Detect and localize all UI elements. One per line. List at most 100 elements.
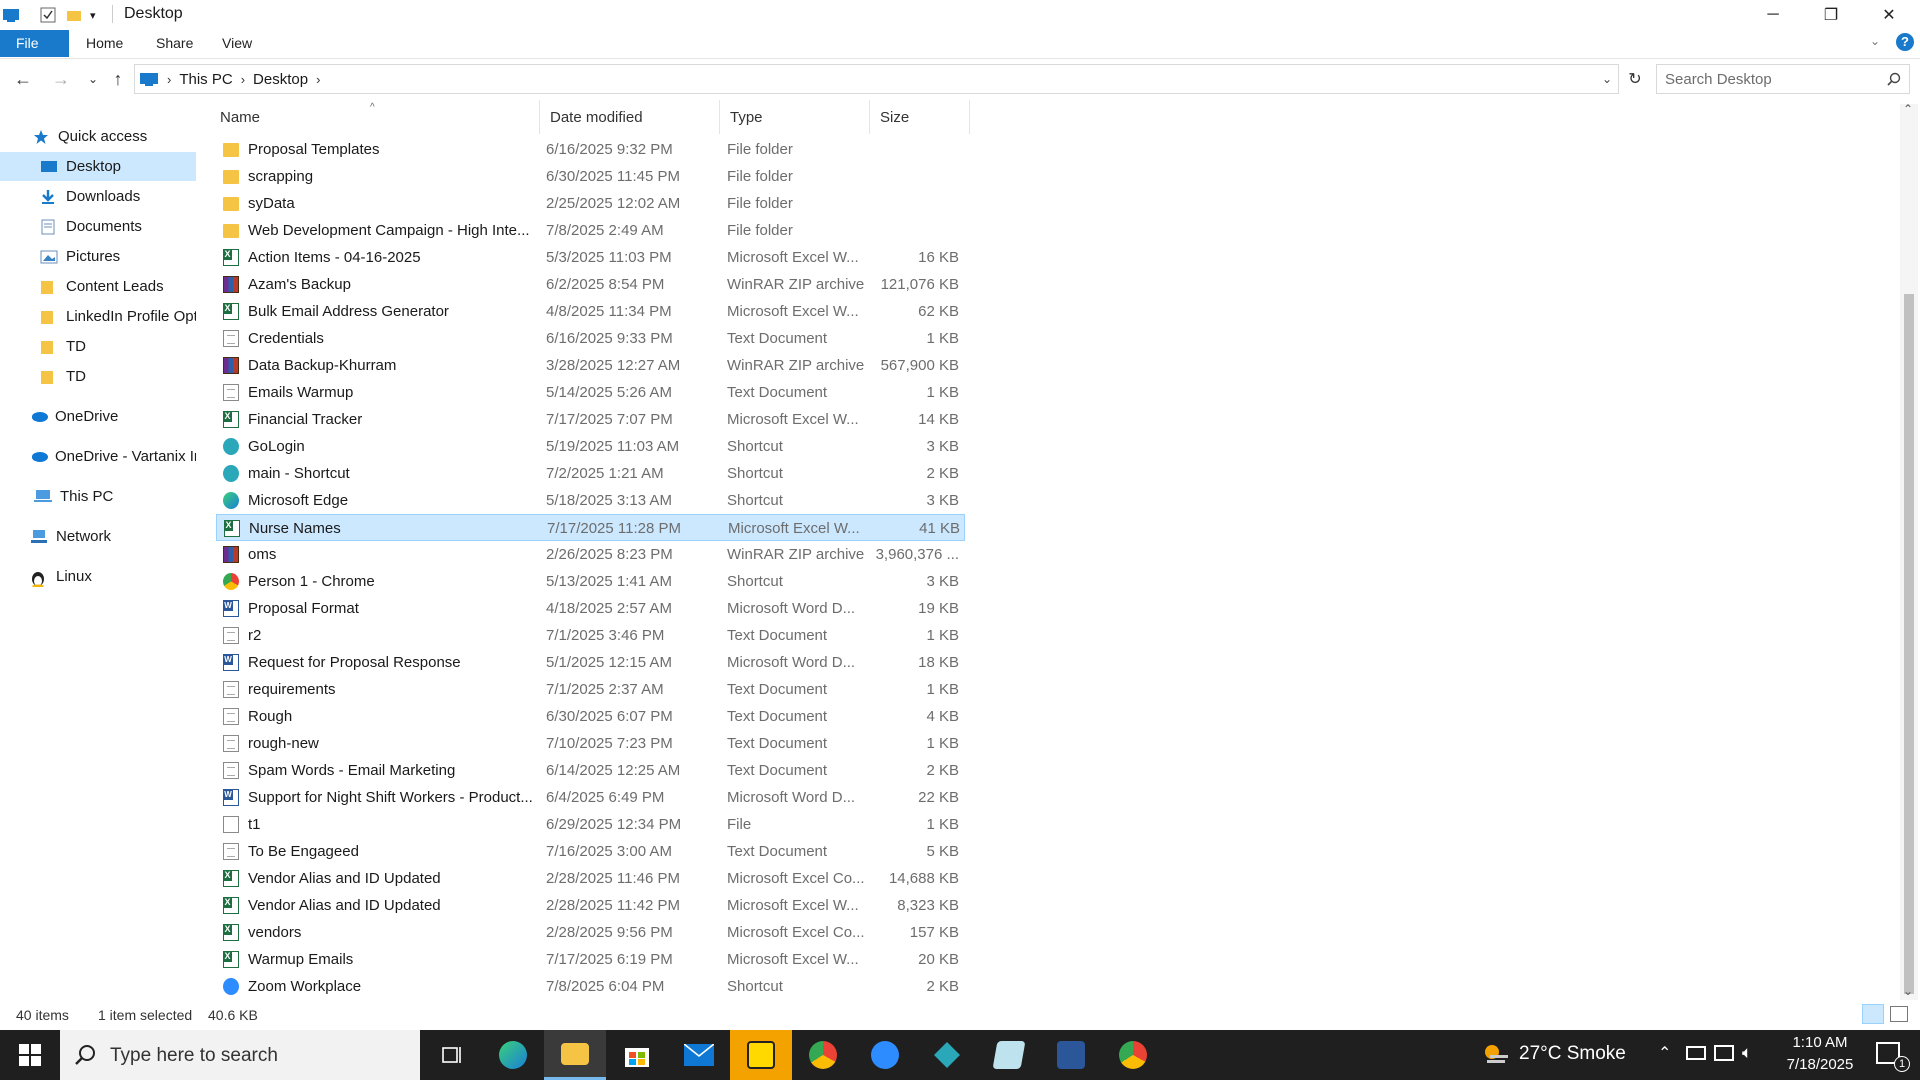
column-header-date[interactable]: Date modified: [540, 100, 720, 134]
table-row[interactable]: Nurse Names 7/17/2025 11:28 PM Microsoft E…: [216, 514, 965, 541]
sidebar-item-td[interactable]: TD: [0, 332, 196, 361]
table-row[interactable]: Bulk Email Address Generator 4/8/2025 11:…: [216, 298, 965, 325]
table-row[interactable]: GoLogin 5/19/2025 11:03 AM Shortcut 3 KB: [216, 433, 965, 460]
nav-linux[interactable]: Linux: [0, 562, 196, 591]
microsoft-store-taskbar-icon[interactable]: [606, 1030, 668, 1080]
refresh-icon[interactable]: ↻: [1620, 62, 1650, 96]
nav-network[interactable]: Network: [0, 522, 196, 551]
taskbar-search[interactable]: [60, 1030, 420, 1080]
nav-onedrive-business[interactable]: OneDrive - Vartanix In: [0, 442, 196, 471]
breadcrumb-this-pc[interactable]: This PC: [179, 71, 232, 88]
table-row[interactable]: Microsoft Edge 5/18/2025 3:13 AM Shortcut 3…: [216, 487, 965, 514]
column-header-type[interactable]: Type: [720, 100, 870, 134]
table-row[interactable]: main - Shortcut 7/2/2025 1:21 AM Shortcut 2…: [216, 460, 965, 487]
clock-date[interactable]: 7/18/2025: [1770, 1056, 1870, 1073]
volume-muted-icon[interactable]: 🔈︎: [1742, 1043, 1752, 1063]
tab-view[interactable]: View: [206, 30, 268, 57]
back-arrow-icon[interactable]: ←: [8, 62, 38, 96]
explorer-app-icon[interactable]: [2, 5, 20, 25]
column-header-size[interactable]: Size: [870, 100, 970, 134]
table-row[interactable]: Zoom Workplace 7/8/2025 6:04 PM Shortcut 2 …: [216, 973, 965, 1000]
scroll-up-arrow-icon[interactable]: ⌃: [1903, 102, 1913, 116]
show-hidden-icons-icon[interactable]: ⌃: [1658, 1043, 1671, 1063]
table-row[interactable]: scrapping 6/30/2025 11:45 PM File folder: [216, 163, 965, 190]
sidebar-item-downloads[interactable]: Downloads📌︎: [0, 182, 196, 211]
clock-time[interactable]: 1:10 AM: [1770, 1034, 1870, 1051]
address-bar[interactable]: › This PC › Desktop › ⌄: [134, 64, 1619, 94]
search-input[interactable]: [1663, 65, 1877, 93]
sidebar-item-td[interactable]: TD: [0, 362, 196, 391]
large-icons-view-icon[interactable]: [1890, 1006, 1908, 1022]
table-row[interactable]: Person 1 - Chrome 5/13/2025 1:41 AM Shortc…: [216, 568, 965, 595]
table-row[interactable]: Proposal Format 4/18/2025 2:57 AM Microsof…: [216, 595, 965, 622]
table-row[interactable]: Vendor Alias and ID Updated 2/28/2025 11:…: [216, 865, 965, 892]
table-row[interactable]: Request for Proposal Response 5/1/2025 12…: [216, 649, 965, 676]
minimize-button[interactable]: ─: [1744, 0, 1802, 30]
word-taskbar-icon[interactable]: [1040, 1030, 1102, 1080]
zoom-taskbar-icon[interactable]: [854, 1030, 916, 1080]
table-row[interactable]: Rough 6/30/2025 6:07 PM Text Document 4 KB: [216, 703, 965, 730]
help-icon[interactable]: ?: [1896, 33, 1914, 51]
search-icon[interactable]: [1887, 72, 1901, 86]
nav-quick-access[interactable]: Quick access: [0, 122, 196, 151]
table-row[interactable]: Web Development Campaign - High Inte... 7…: [216, 217, 965, 244]
weather-icon[interactable]: [1482, 1042, 1508, 1066]
sidebar-item-desktop[interactable]: Desktop📌︎: [0, 152, 196, 181]
sidebar-item-linkedin-profile-opt[interactable]: LinkedIn Profile Opt: [0, 302, 196, 331]
sidebar-item-content-leads[interactable]: Content Leads: [0, 272, 196, 301]
address-dropdown-chevron-icon[interactable]: ⌄: [1602, 72, 1612, 86]
table-row[interactable]: Azam's Backup 6/2/2025 8:54 PM WinRAR ZIP …: [216, 271, 965, 298]
table-row[interactable]: Emails Warmup 5/14/2025 5:26 AM Text Docum…: [216, 379, 965, 406]
table-row[interactable]: vendors 2/28/2025 9:56 PM Microsoft Excel …: [216, 919, 965, 946]
nav-onedrive[interactable]: OneDrive: [0, 402, 196, 431]
new-folder-icon[interactable]: [66, 5, 82, 25]
table-row[interactable]: Vendor Alias and ID Updated 2/28/2025 11:…: [216, 892, 965, 919]
table-row[interactable]: Proposal Templates 6/16/2025 9:32 PM File …: [216, 136, 965, 163]
sticky-notes-taskbar-icon[interactable]: [730, 1030, 792, 1080]
breadcrumb-separator-icon[interactable]: ›: [316, 72, 320, 87]
search-box[interactable]: [1656, 64, 1910, 94]
network-icon[interactable]: [1714, 1045, 1734, 1061]
chrome-taskbar-icon[interactable]: [792, 1030, 854, 1080]
start-button[interactable]: [0, 1030, 60, 1080]
table-row[interactable]: t1 6/29/2025 12:34 PM File 1 KB: [216, 811, 965, 838]
task-view-icon[interactable]: [420, 1030, 482, 1080]
table-row[interactable]: Support for Night Shift Workers - Produc…: [216, 784, 965, 811]
tab-home[interactable]: Home: [70, 30, 139, 57]
column-header-name[interactable]: Name ^: [210, 100, 540, 134]
sidebar-item-documents[interactable]: Documents📌︎: [0, 212, 196, 241]
tab-file[interactable]: File: [0, 30, 69, 57]
weather-text[interactable]: 27°C Smoke: [1519, 1043, 1626, 1065]
taskbar-search-input[interactable]: [108, 1042, 412, 1070]
customize-toolbar-icon[interactable]: ▾: [90, 5, 96, 25]
up-arrow-icon[interactable]: ↑: [103, 62, 133, 96]
notepad-taskbar-icon[interactable]: [978, 1030, 1040, 1080]
scrollbar-thumb[interactable]: [1904, 294, 1914, 994]
table-row[interactable]: To Be Engageed 7/16/2025 3:00 AM Text Docu…: [216, 838, 965, 865]
battery-icon[interactable]: [1686, 1046, 1706, 1060]
table-row[interactable]: Financial Tracker 7/17/2025 7:07 PM Micros…: [216, 406, 965, 433]
breadcrumb-desktop[interactable]: Desktop: [253, 71, 308, 88]
edge-taskbar-icon[interactable]: [482, 1030, 544, 1080]
close-button[interactable]: ✕: [1860, 0, 1918, 30]
file-explorer-taskbar-icon[interactable]: [544, 1030, 606, 1080]
table-row[interactable]: oms 2/26/2025 8:23 PM WinRAR ZIP archive 3,…: [216, 541, 965, 568]
table-row[interactable]: Action Items - 04-16-2025 5/3/2025 11:03 …: [216, 244, 965, 271]
table-row[interactable]: Credentials 6/16/2025 9:33 PM Text Documen…: [216, 325, 965, 352]
table-row[interactable]: requirements 7/1/2025 2:37 AM Text Documen…: [216, 676, 965, 703]
vertical-scrollbar[interactable]: ⌃ ⌄: [1900, 102, 1918, 1000]
sidebar-item-pictures[interactable]: Pictures📌︎: [0, 242, 196, 271]
chrome-profile-taskbar-icon[interactable]: [1102, 1030, 1164, 1080]
tab-share[interactable]: Share: [140, 30, 209, 57]
table-row[interactable]: Data Backup-Khurram 3/28/2025 12:27 AM Win…: [216, 352, 965, 379]
table-row[interactable]: syData 2/25/2025 12:02 AM File folder: [216, 190, 965, 217]
table-row[interactable]: r2 7/1/2025 3:46 PM Text Document 1 KB: [216, 622, 965, 649]
mail-taskbar-icon[interactable]: [668, 1030, 730, 1080]
properties-icon[interactable]: [40, 5, 56, 25]
expand-ribbon-icon[interactable]: ⌄: [1870, 34, 1880, 48]
nav-this-pc[interactable]: This PC: [0, 482, 196, 511]
table-row[interactable]: rough-new 7/10/2025 7:23 PM Text Document 1…: [216, 730, 965, 757]
details-view-icon[interactable]: [1862, 1004, 1884, 1024]
restore-button[interactable]: ❐: [1802, 0, 1860, 30]
table-row[interactable]: Warmup Emails 7/17/2025 6:19 PM Microsoft …: [216, 946, 965, 973]
